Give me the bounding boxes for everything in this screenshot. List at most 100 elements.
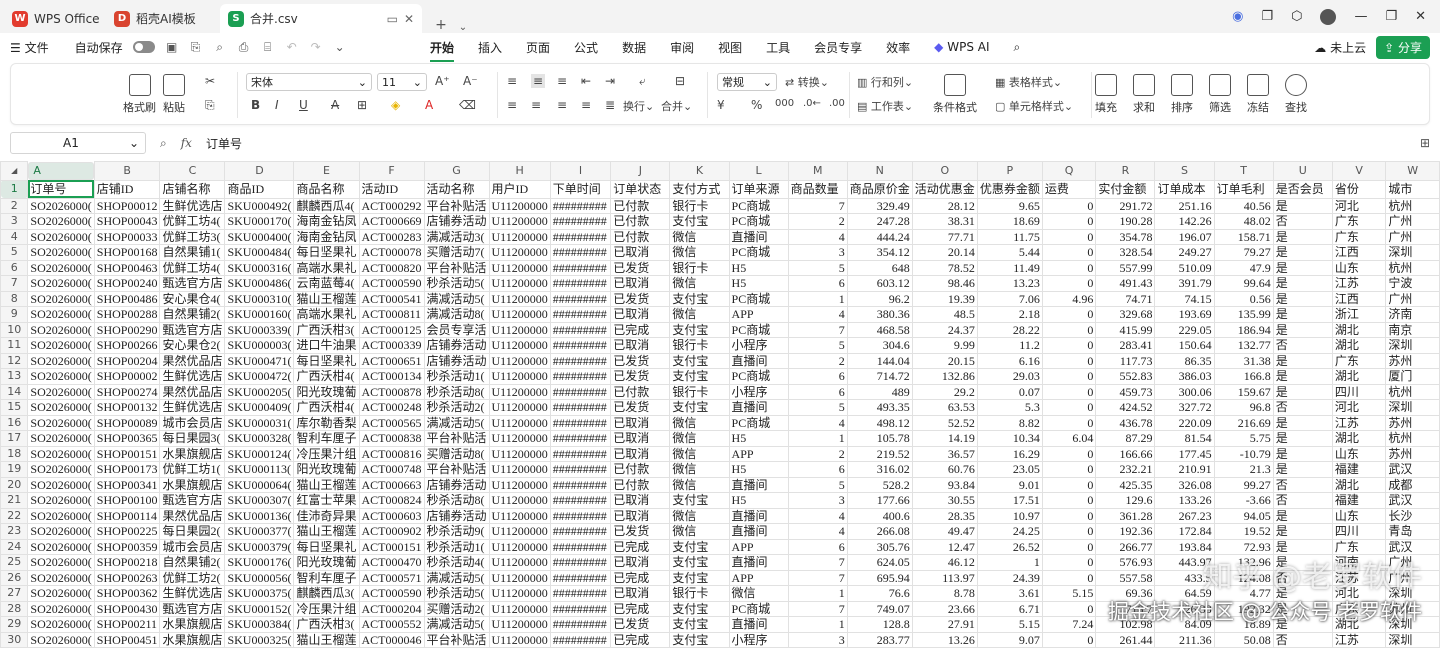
cell[interactable]: -10.79 [1213,445,1274,462]
cell[interactable]: ACT000151 [358,538,425,555]
cell[interactable]: 优鲜工坊4( [159,259,226,276]
cell[interactable]: 商品名称 [293,179,360,199]
cell[interactable]: 是 [1272,259,1333,276]
cell[interactable]: SO2026000( [27,290,95,307]
cell[interactable]: ACT000078 [358,244,425,261]
cell[interactable]: 20.14 [911,244,978,261]
cell[interactable]: ACT000816 [358,445,425,462]
cell[interactable]: 8.78 [911,585,978,602]
cell[interactable]: ######### [549,461,612,478]
cell[interactable]: 7.24 [1041,616,1097,633]
search-icon[interactable]: ⌕ [1014,40,1021,55]
cell[interactable]: 果然优品店 [159,507,226,524]
cell[interactable]: ######### [549,213,612,230]
select-all-corner[interactable]: ◢ [0,161,29,181]
italic-icon[interactable]: I [275,98,279,112]
cell[interactable]: 193.69 [1154,306,1215,323]
cell[interactable]: 生鲜优选店 [159,368,226,385]
cell[interactable]: 300.06 [1154,383,1215,400]
cell[interactable]: 648 [846,259,913,276]
column-header[interactable]: I [549,161,612,181]
merge-icon[interactable]: ⊟ [675,74,685,88]
cell[interactable]: 已取消 [610,507,671,524]
cell[interactable]: 已完成 [610,600,671,617]
cell[interactable]: U11200000 [488,213,551,230]
cell[interactable]: SO2026000( [27,538,95,555]
cell[interactable]: 每日果园3( [159,430,226,447]
cell[interactable]: SHOP00266 [93,337,161,354]
tab-template[interactable]: D 稻壳AI模板 [106,4,216,33]
cell[interactable]: 否 [1272,569,1333,586]
cell[interactable]: 已发货 [610,368,671,385]
cell[interactable]: 广西沃柑4( [293,399,360,416]
cell[interactable]: SHOP00365 [93,430,161,447]
cell[interactable]: 杭州 [1385,197,1440,214]
cell[interactable]: 支付宝 [669,538,730,555]
cell[interactable]: 订单状态 [610,179,671,199]
cell[interactable]: 23.05 [976,461,1043,478]
cell[interactable]: SHOP00114 [93,507,161,524]
cell[interactable]: 6 [787,538,848,555]
cell[interactable]: 城市会员店 [159,414,226,431]
cell[interactable]: U11200000 [488,492,551,509]
cell[interactable]: PC商城 [728,244,789,261]
cell[interactable]: 宁波 [1385,275,1440,292]
cell[interactable]: 192.36 [1095,523,1156,540]
cell[interactable]: 是 [1272,523,1333,540]
cell[interactable]: SKU000409( [224,399,295,416]
cell[interactable]: 武汉 [1385,492,1440,509]
cell[interactable]: 湖北 [1331,321,1387,338]
thousands-icon[interactable]: 000 [775,98,794,109]
cell[interactable]: SHOP00100 [93,492,161,509]
font-family-select[interactable]: 宋体 ⌄ [246,73,372,91]
cell[interactable]: 94.05 [1213,507,1274,524]
cell[interactable]: 订单毛利 [1213,179,1274,199]
cell[interactable]: 7 [787,600,848,617]
cell[interactable]: 491.43 [1095,275,1156,292]
cell[interactable]: SO2026000( [27,461,95,478]
cell[interactable]: 满减活动3( [423,228,490,245]
cell[interactable]: 已付款 [610,228,671,245]
cell[interactable]: 150.64 [1154,337,1215,354]
align-middle-icon[interactable]: ≡ [531,74,546,88]
cell[interactable]: 6 [787,368,848,385]
zoom-icon[interactable]: ⌕ [160,136,167,151]
cell[interactable]: 266.08 [846,523,913,540]
cell[interactable]: 每日坚果礼 [293,244,360,261]
cell[interactable]: 长沙 [1385,507,1440,524]
cell[interactable]: 72.93 [1213,538,1274,555]
cell[interactable]: 443.97 [1154,554,1215,571]
cell[interactable]: SO2026000( [27,244,95,261]
cell[interactable]: 9.99 [911,337,978,354]
cell[interactable]: 166.8 [1213,368,1274,385]
cell[interactable]: 4 [787,523,848,540]
cell[interactable]: 232.21 [1095,461,1156,478]
cell[interactable]: U11200000 [488,616,551,633]
cell[interactable]: SO2026000( [27,399,95,416]
cell[interactable]: 415.99 [1095,321,1156,338]
cell[interactable]: 17.51 [976,492,1043,509]
worksheet-button[interactable]: ▤ 工作表⌄ [857,98,913,114]
row-header[interactable]: 10 [0,321,29,338]
cell[interactable]: 27.91 [911,616,978,633]
cell[interactable]: 4 [787,507,848,524]
cell[interactable]: ######### [549,368,612,385]
cell[interactable]: 77.71 [911,228,978,245]
column-header[interactable]: A [28,161,94,180]
cell[interactable]: SHOP00151 [93,445,161,462]
cell[interactable]: 已完成 [610,321,671,338]
cell[interactable]: 0 [1041,414,1097,431]
cell[interactable]: 24.39 [976,569,1043,586]
ribbon-tab-tools[interactable]: 工具 [766,39,790,56]
cell[interactable]: 0 [1041,507,1097,524]
cell[interactable]: 283.41 [1095,337,1156,354]
cell[interactable]: 猫山王榴莲 [293,290,360,307]
cell[interactable]: 秒杀活动9( [423,523,490,540]
cell[interactable]: 是 [1272,275,1333,292]
cell[interactable]: 0 [1041,538,1097,555]
cell[interactable]: 湖北 [1331,337,1387,354]
cell[interactable]: 247.28 [846,213,913,230]
cell-style-button[interactable]: ▢ 单元格样式⌄ [995,98,1073,114]
cell[interactable]: 进口牛油果 [293,337,360,354]
row-header[interactable]: 12 [0,352,29,369]
